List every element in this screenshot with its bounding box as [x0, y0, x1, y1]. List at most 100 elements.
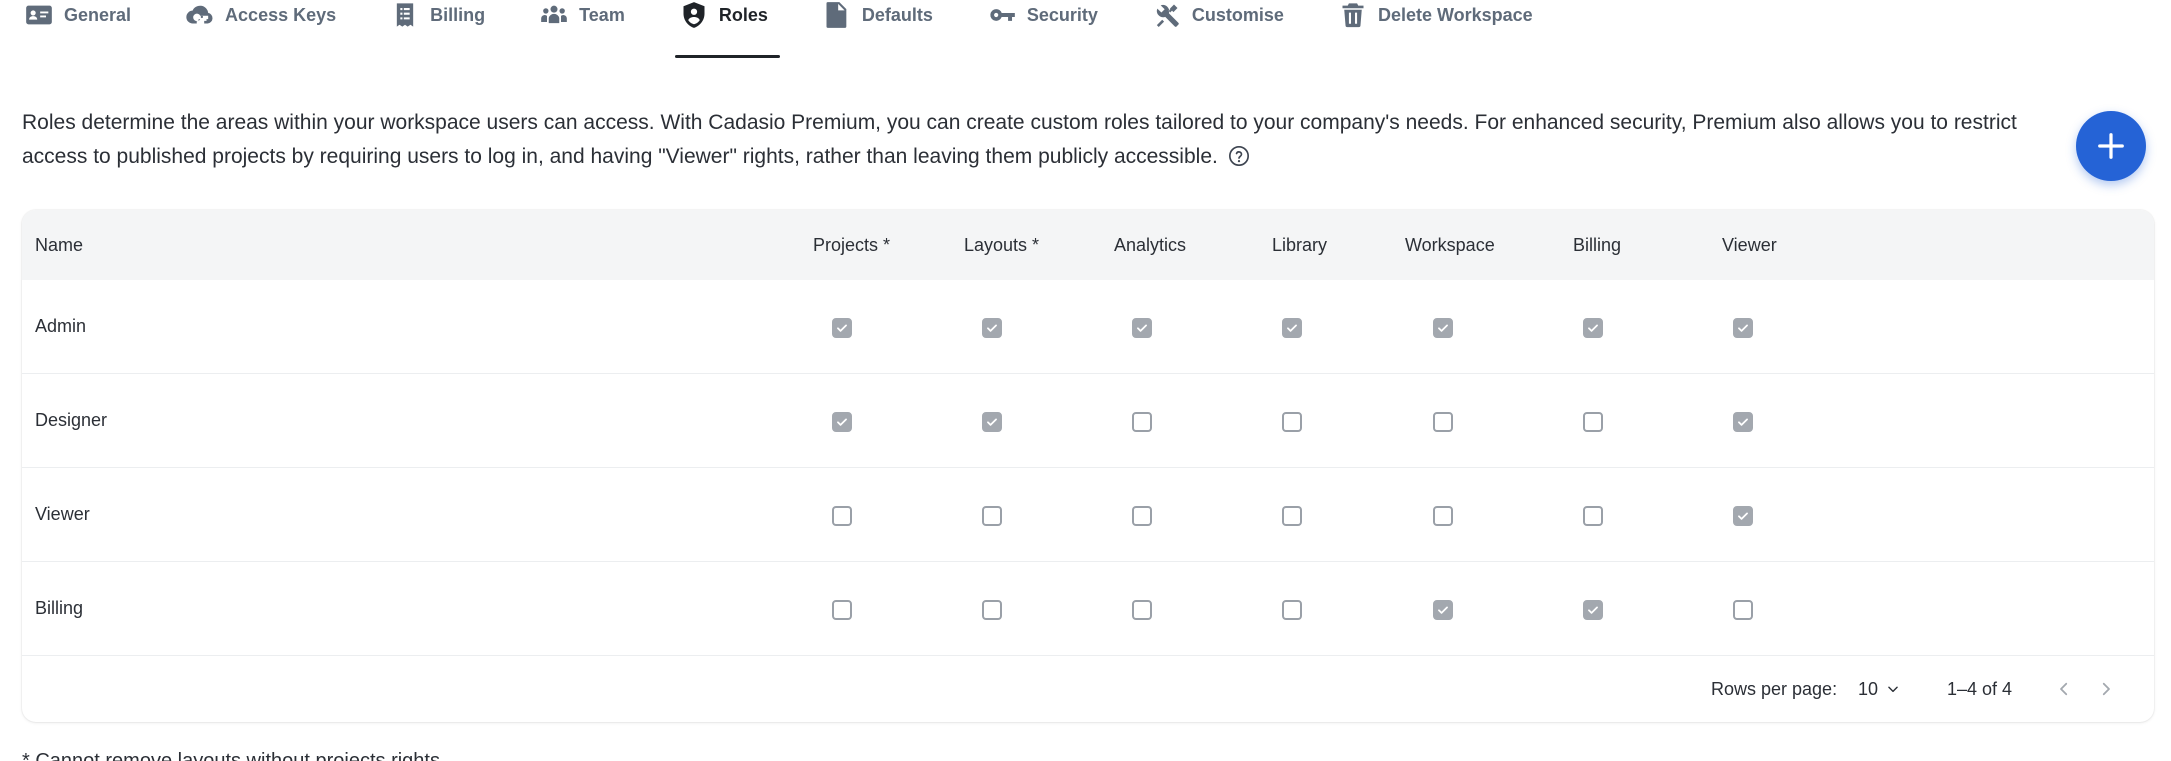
- document-icon: [822, 0, 852, 30]
- permission-checkbox-layouts[interactable]: [982, 506, 1002, 526]
- shield-user-icon: [679, 0, 709, 30]
- footnote: * Cannot remove layouts without projects…: [22, 750, 440, 761]
- check-icon: [1287, 324, 1297, 332]
- role-name: Admin: [35, 316, 87, 336]
- tab-access-keys[interactable]: Access Keys: [183, 0, 344, 58]
- permission-checkbox-viewer[interactable]: [1733, 600, 1753, 620]
- tools-icon: [1152, 0, 1182, 30]
- permission-checkbox-projects[interactable]: [832, 506, 852, 526]
- tab-security[interactable]: Security: [985, 0, 1106, 58]
- permission-checkbox-billing[interactable]: [1583, 600, 1603, 620]
- rows-per-page-select[interactable]: 10: [1858, 675, 1900, 703]
- tab-general[interactable]: General: [22, 0, 139, 58]
- permission-checkbox-analytics[interactable]: [1132, 506, 1152, 526]
- table-pagination: Rows per page: 10 1–4 of 4: [22, 657, 2154, 722]
- check-icon: [987, 324, 997, 332]
- tab-label: Access Keys: [225, 4, 337, 25]
- permission-checkbox-workspace[interactable]: [1433, 506, 1453, 526]
- column-header-workspace[interactable]: Workspace: [1405, 235, 1495, 256]
- tab-label: Delete Workspace: [1377, 4, 1533, 25]
- column-header-viewer[interactable]: Viewer: [1722, 235, 1777, 256]
- check-icon: [1738, 512, 1748, 520]
- permission-checkbox-projects[interactable]: [832, 318, 852, 338]
- check-icon: [1438, 324, 1448, 332]
- tab-roles[interactable]: Roles: [674, 0, 780, 58]
- tab-label: Customise: [1191, 4, 1284, 25]
- check-icon: [1588, 606, 1598, 614]
- permission-checkbox-viewer[interactable]: [1733, 412, 1753, 432]
- trash-icon: [1338, 0, 1368, 30]
- chevron-left-icon: [2060, 682, 2068, 696]
- id-card-icon: [24, 0, 54, 30]
- column-header-analytics[interactable]: Analytics: [1114, 235, 1186, 256]
- permission-checkbox-viewer[interactable]: [1733, 318, 1753, 338]
- column-header-projects[interactable]: Projects *: [813, 235, 890, 256]
- column-header-layouts[interactable]: Layouts *: [964, 235, 1039, 256]
- permission-checkbox-billing[interactable]: [1583, 412, 1603, 432]
- permission-checkbox-library[interactable]: [1282, 412, 1302, 432]
- team-icon: [539, 0, 569, 30]
- previous-page-button[interactable]: [2046, 671, 2082, 707]
- permission-checkbox-billing[interactable]: [1583, 506, 1603, 526]
- rows-per-page-label: Rows per page:: [1711, 679, 1838, 699]
- column-header-library[interactable]: Library: [1272, 235, 1327, 256]
- table-row[interactable]: Billing: [22, 562, 2154, 656]
- permission-checkbox-library[interactable]: [1282, 318, 1302, 338]
- next-page-button[interactable]: [2088, 671, 2124, 707]
- settings-tabs: General Access Keys Billing Team Roles D…: [22, 0, 1585, 60]
- tab-customise[interactable]: Customise: [1150, 0, 1292, 58]
- tab-label: Defaults: [861, 4, 933, 25]
- permission-checkbox-projects[interactable]: [832, 600, 852, 620]
- permission-checkbox-workspace[interactable]: [1433, 412, 1453, 432]
- roles-table: Name Projects * Layouts * Analytics Libr…: [22, 210, 2154, 722]
- table-row[interactable]: Admin: [22, 280, 2154, 374]
- permission-checkbox-workspace[interactable]: [1433, 600, 1453, 620]
- permission-checkbox-layouts[interactable]: [982, 318, 1002, 338]
- add-role-button[interactable]: [2076, 111, 2146, 181]
- tab-billing[interactable]: Billing: [388, 0, 493, 58]
- help-circle-icon[interactable]: [1228, 145, 1250, 167]
- tab-delete-workspace[interactable]: Delete Workspace: [1336, 0, 1541, 58]
- check-icon: [1738, 324, 1748, 332]
- tab-defaults[interactable]: Defaults: [820, 0, 941, 58]
- table-header: Name Projects * Layouts * Analytics Libr…: [22, 210, 2154, 280]
- chevron-right-icon: [2102, 682, 2110, 696]
- permission-checkbox-analytics[interactable]: [1132, 318, 1152, 338]
- permission-checkbox-layouts[interactable]: [982, 600, 1002, 620]
- permission-checkbox-layouts[interactable]: [982, 412, 1002, 432]
- cloud-key-icon: [185, 0, 215, 30]
- check-icon: [1588, 324, 1598, 332]
- tab-label: Team: [579, 4, 625, 25]
- permission-checkbox-library[interactable]: [1282, 600, 1302, 620]
- role-name: Designer: [35, 410, 108, 430]
- rows-per-page-value: 10: [1858, 678, 1879, 699]
- tab-label: General: [64, 4, 132, 25]
- check-icon: [1137, 324, 1147, 332]
- check-icon: [837, 324, 847, 332]
- receipt-icon: [390, 0, 420, 30]
- plus-icon: [2098, 133, 2124, 159]
- permission-checkbox-viewer[interactable]: [1733, 506, 1753, 526]
- role-name: Viewer: [35, 504, 90, 524]
- permission-checkbox-projects[interactable]: [832, 412, 852, 432]
- check-icon: [837, 418, 847, 426]
- column-header-name[interactable]: Name: [35, 235, 83, 256]
- check-icon: [1738, 418, 1748, 426]
- pagination-range: 1–4 of 4: [1947, 679, 2013, 699]
- permission-checkbox-billing[interactable]: [1583, 318, 1603, 338]
- table-row[interactable]: Viewer: [22, 468, 2154, 562]
- tab-team[interactable]: Team: [537, 0, 633, 58]
- permission-checkbox-analytics[interactable]: [1132, 412, 1152, 432]
- check-icon: [987, 418, 997, 426]
- table-row[interactable]: Designer: [22, 374, 2154, 468]
- permission-checkbox-workspace[interactable]: [1433, 318, 1453, 338]
- role-name: Billing: [35, 598, 84, 618]
- tab-label: Billing: [430, 4, 486, 25]
- column-header-billing[interactable]: Billing: [1573, 235, 1621, 256]
- permission-checkbox-analytics[interactable]: [1132, 600, 1152, 620]
- chevron-down-icon: [1888, 686, 1898, 693]
- key-icon: [987, 0, 1017, 30]
- permission-checkbox-library[interactable]: [1282, 506, 1302, 526]
- check-icon: [1438, 606, 1448, 614]
- roles-description: Roles determine the areas within your wo…: [22, 106, 2042, 174]
